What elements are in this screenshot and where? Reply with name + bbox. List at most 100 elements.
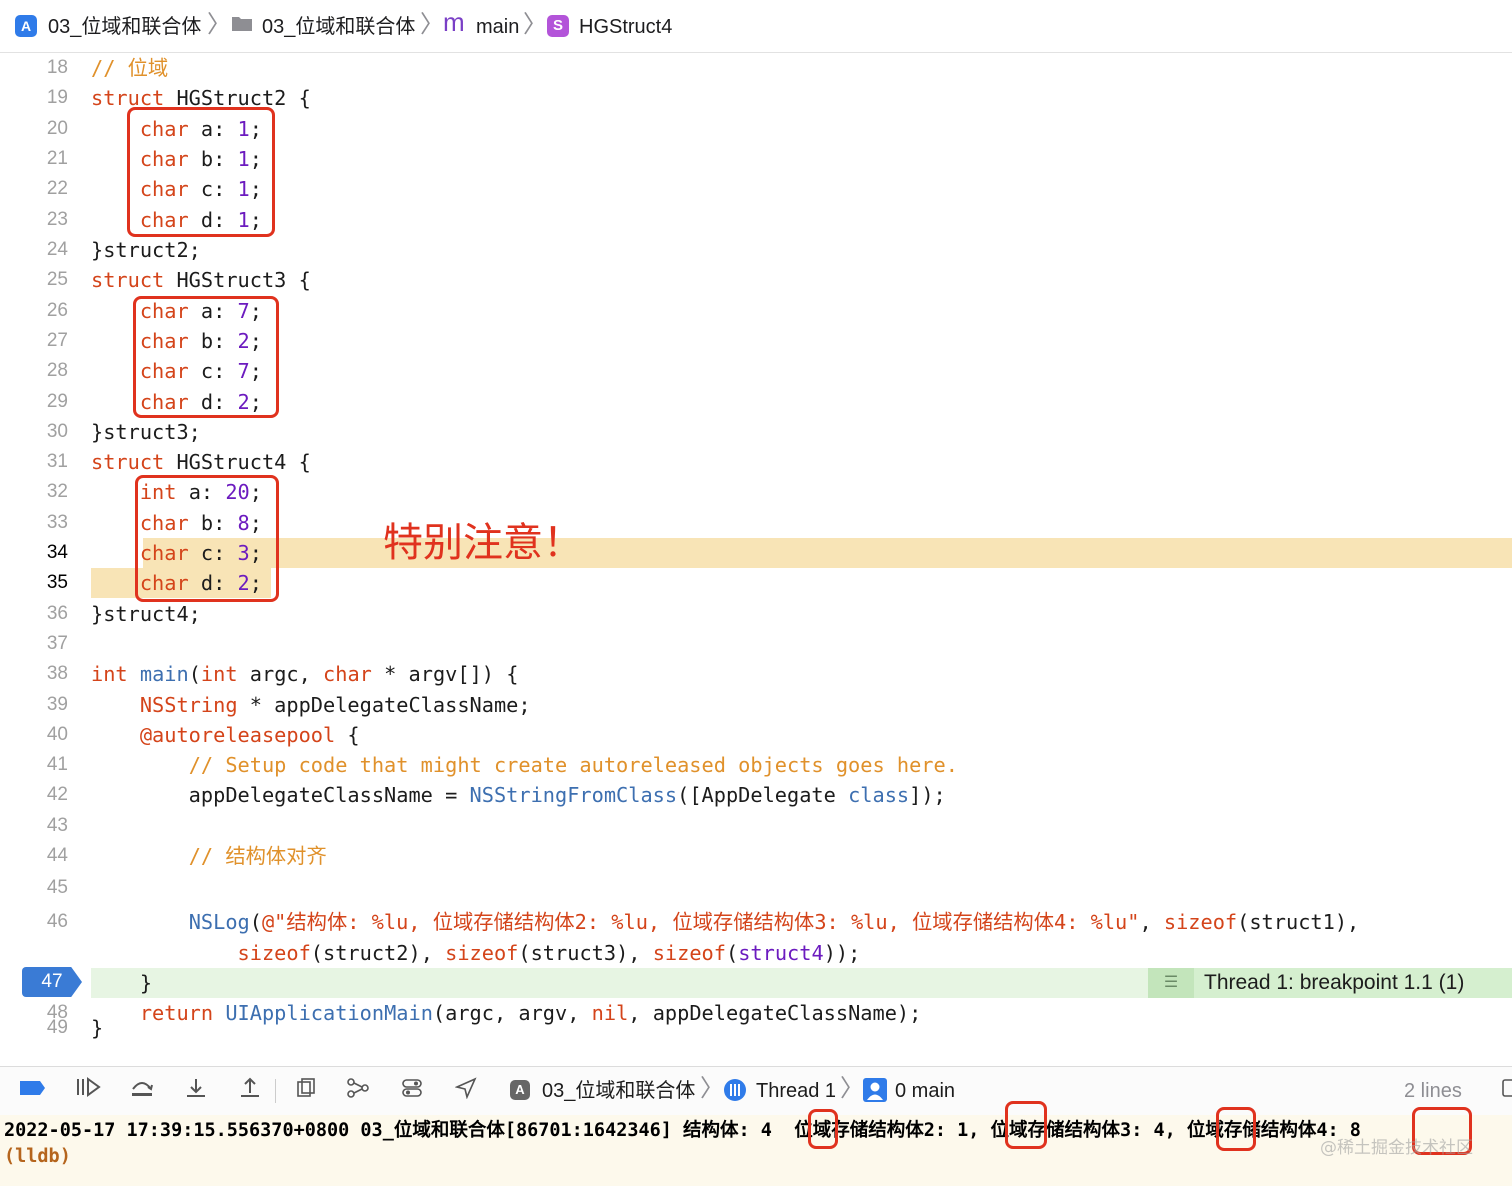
line-number[interactable]: 41 — [0, 750, 68, 780]
memory-graph-icon[interactable] — [344, 1077, 372, 1105]
code-text[interactable]: struct HGStruct3 { — [91, 265, 311, 295]
view-hierarchy-icon[interactable] — [292, 1077, 320, 1105]
line-number[interactable]: 21 — [0, 144, 68, 174]
code-text[interactable]: } — [91, 1013, 103, 1043]
line-number[interactable]: 37 — [0, 629, 68, 659]
line-number[interactable]: 46 — [0, 907, 68, 937]
line-number[interactable]: 25 — [0, 265, 68, 295]
line-number[interactable]: 27 — [0, 326, 68, 356]
code-token: NSStringFromClass — [469, 783, 678, 807]
breadcrumb-symbol[interactable]: HGStruct4 — [579, 13, 672, 41]
code-token: char — [323, 662, 372, 686]
simulate-location-icon[interactable] — [452, 1077, 480, 1105]
code-text[interactable]: // Setup code that might create autorele… — [91, 750, 958, 780]
code-token: ( — [188, 662, 201, 686]
line-number[interactable]: 24 — [0, 235, 68, 265]
line-number[interactable]: 32 — [0, 477, 68, 507]
code-text[interactable]: struct HGStruct4 { — [91, 447, 311, 477]
code-token: }struct2; — [91, 238, 201, 262]
code-text[interactable]: sizeof(struct2), sizeof(struct3), sizeof… — [91, 938, 861, 968]
breadcrumb-project[interactable]: 03_位域和联合体 — [48, 13, 201, 41]
code-token: sizeof — [652, 941, 726, 965]
line-number[interactable]: 42 — [0, 780, 68, 810]
line-number[interactable]: 23 — [0, 205, 68, 235]
line-number[interactable]: 22 — [0, 174, 68, 204]
code-token: main — [139, 662, 189, 686]
line-number[interactable]: 35 — [0, 568, 68, 598]
breadcrumb-file[interactable]: main — [476, 13, 519, 41]
code-token: } — [91, 1016, 104, 1040]
line-number[interactable]: 18 — [0, 53, 68, 83]
code-token: { — [335, 723, 360, 747]
step-into-icon[interactable] — [182, 1077, 210, 1105]
code-token: struct4 — [738, 941, 824, 965]
debug-console[interactable]: 2022-05-17 17:39:15.556370+0800 03_位域和联合… — [0, 1101, 1512, 1186]
debug-frame[interactable]: 0 main — [895, 1077, 955, 1105]
line-number[interactable]: 33 — [0, 508, 68, 538]
line-number[interactable]: 19 — [0, 83, 68, 113]
code-text[interactable]: // 位域 — [91, 53, 168, 83]
code-token: // Setup code that might create autorele… — [188, 753, 958, 777]
code-text[interactable]: appDelegateClassName = NSStringFromClass… — [91, 780, 946, 810]
source-editor[interactable]: 18// 位域 19 struct HGStruct2 {20 char a: 1;… — [0, 53, 1512, 1065]
menu-icon: ☰ — [1148, 968, 1194, 998]
line-number[interactable]: 39 — [0, 690, 68, 720]
code-token: sizeof — [237, 941, 311, 965]
continue-icon[interactable] — [74, 1077, 102, 1105]
line-number[interactable]: 45 — [0, 873, 68, 903]
code-token: @"结构体: %lu, 位域存储结构体2: %lu, 位域存储结构体3: %lu… — [261, 910, 1140, 934]
code-token: (struct3), — [518, 941, 653, 965]
code-line: 46 NSLog(@"结构体: %lu, 位域存储结构体2: %lu, 位域存储… — [0, 907, 1512, 937]
code-token: class — [848, 783, 910, 807]
jump-bar: A 03_位域和联合体 〉 03_位域和联合体 〉 m main 〉 S HGS… — [0, 0, 1512, 53]
line-number[interactable]: 40 — [0, 720, 68, 750]
breakpoints-toggle-icon[interactable] — [18, 1077, 46, 1105]
code-token: }struct3; — [91, 420, 201, 444]
line-number[interactable]: 30 — [0, 417, 68, 447]
thread-icon — [721, 1077, 749, 1105]
code-token: struct — [91, 268, 165, 292]
line-number[interactable]: 28 — [0, 356, 68, 386]
thread-annotation[interactable]: ☰ Thread 1: breakpoint 1.1 (1) — [1148, 968, 1512, 998]
debug-target[interactable]: 03_位域和联合体 — [542, 1077, 695, 1105]
code-text[interactable]: NSLog(@"结构体: %lu, 位域存储结构体2: %lu, 位域存储结构体… — [91, 907, 1360, 937]
code-line: 25 struct HGStruct3 { — [0, 265, 1512, 295]
line-number[interactable]: 26 — [0, 296, 68, 326]
line-number[interactable]: 34 — [0, 538, 68, 568]
code-line: 24 }struct2; — [0, 235, 1512, 265]
line-number[interactable]: 44 — [0, 841, 68, 871]
code-text[interactable]: int main(int argc, char * argv[]) { — [91, 659, 518, 689]
line-number[interactable]: 31 — [0, 447, 68, 477]
code-text[interactable]: NSString * appDelegateClassName; — [91, 690, 531, 720]
code-text[interactable]: }struct4; — [91, 599, 201, 629]
code-text[interactable]: }struct3; — [91, 417, 201, 447]
line-number[interactable]: 49 — [0, 1013, 68, 1043]
step-over-icon[interactable] — [128, 1077, 156, 1105]
code-text[interactable]: }struct2; — [91, 235, 201, 265]
code-text[interactable]: } — [91, 968, 152, 998]
console-layout-icon[interactable] — [1494, 1077, 1512, 1105]
step-out-icon[interactable] — [236, 1077, 264, 1105]
line-number[interactable]: 38 — [0, 659, 68, 689]
code-text[interactable]: @autoreleasepool { — [91, 720, 360, 750]
line-number[interactable]: 36 — [0, 599, 68, 629]
code-token: // 结构体对齐 — [188, 844, 327, 868]
code-text[interactable]: // 结构体对齐 — [91, 841, 327, 871]
code-line: 38 int main(int argc, char * argv[]) { — [0, 659, 1512, 689]
code-line: 37 — [0, 629, 1512, 659]
line-number[interactable]: 20 — [0, 114, 68, 144]
breakpoint-marker[interactable]: 47 — [22, 967, 82, 997]
line-number[interactable]: 29 — [0, 387, 68, 417]
debug-thread[interactable]: Thread 1 — [756, 1077, 836, 1105]
highlight-box-struct3 — [133, 296, 279, 418]
console-prompt[interactable]: (lldb) — [4, 1142, 71, 1172]
line-number[interactable]: 43 — [0, 811, 68, 841]
breadcrumb-group[interactable]: 03_位域和联合体 — [262, 13, 415, 41]
code-token: ( — [249, 910, 262, 934]
environment-overrides-icon[interactable] — [398, 1077, 426, 1105]
